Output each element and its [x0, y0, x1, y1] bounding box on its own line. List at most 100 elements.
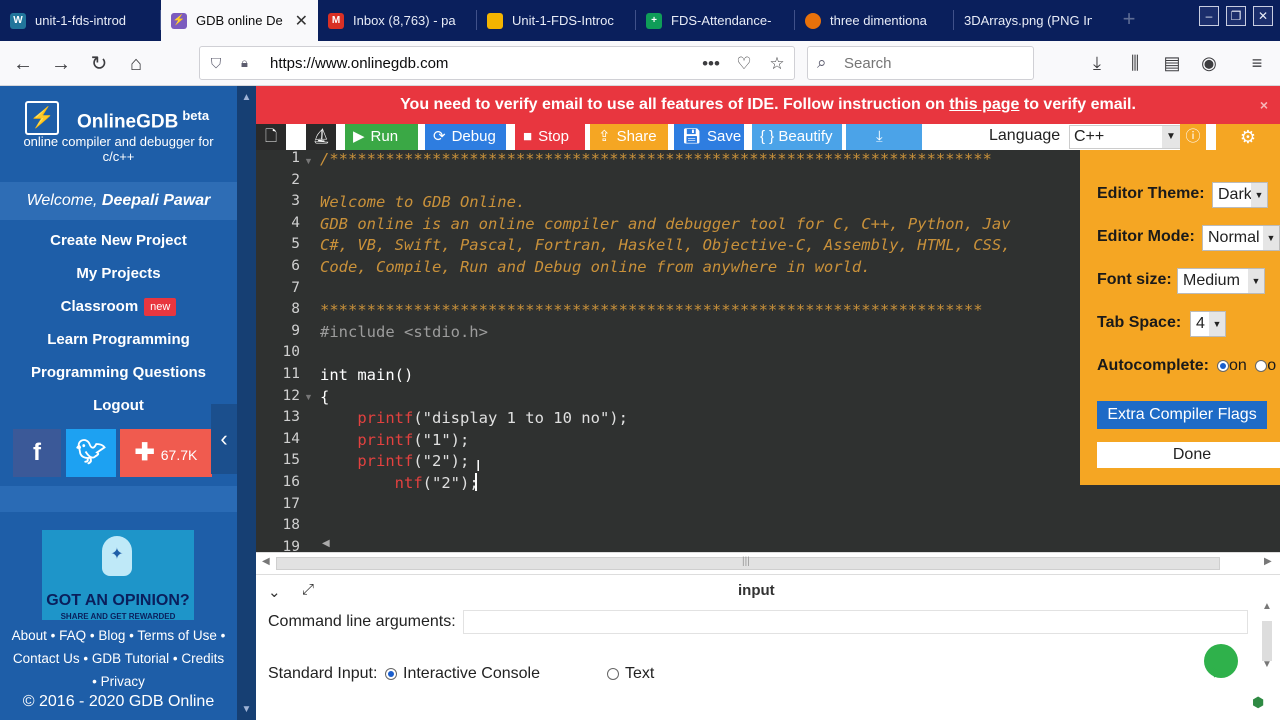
scroll-up-icon[interactable]: ▲ [1262, 601, 1272, 612]
scroll-down-icon[interactable]: ▼ [1262, 659, 1272, 670]
maximize-icon[interactable]: ❐ [1226, 6, 1246, 26]
scroll-thumb[interactable] [1262, 621, 1272, 661]
scroll-down-icon[interactable]: ▼ [240, 704, 253, 715]
expand-icon[interactable]: ⤢ [302, 581, 314, 598]
tab-three-dimensional[interactable]: three dimentiona [795, 0, 953, 41]
editor-theme-select[interactable]: Dark ▼ [1212, 182, 1268, 208]
code-line[interactable]: #include <stdio.h> [320, 323, 488, 341]
lock-icon[interactable]: 🔒︎ [241, 55, 255, 71]
font-size-select[interactable]: Medium ▼ [1177, 268, 1265, 294]
library-icon[interactable]: ⫼ [1123, 51, 1147, 75]
tab-3darrays-png[interactable]: 3DArrays.png (PNG In [954, 0, 1102, 41]
debug-button[interactable]: ⟳ Debug [425, 124, 506, 150]
my-projects-link[interactable]: My Projects [0, 257, 237, 290]
create-new-project-link[interactable]: Create New Project [0, 224, 237, 257]
footer-line[interactable]: About • FAQ • Blog • Terms of Use • [0, 624, 237, 647]
gear-icon[interactable]: ⚙ [1216, 124, 1280, 150]
page-actions-icon[interactable]: ••• [700, 53, 722, 75]
autocomplete-on-radio[interactable] [1217, 359, 1229, 372]
extension-icon[interactable]: ⬢ [1252, 694, 1264, 711]
code-line[interactable]: int main() [320, 366, 413, 384]
home-icon[interactable]: ⌂ [123, 51, 149, 77]
editor-hscrollbar[interactable]: ◀ ||| ▶ [256, 552, 1280, 574]
bookmark-star-icon[interactable]: ☆ [766, 53, 788, 75]
language-select[interactable]: C++ ▼ [1069, 125, 1181, 149]
chevron-down-icon[interactable]: ⌄ [268, 583, 281, 601]
code-line[interactable]: ntf("2"); [320, 474, 479, 492]
text-option[interactable]: Text [607, 665, 654, 683]
beautify-button[interactable]: { } Beautify [752, 124, 842, 150]
scroll-left-icon[interactable]: ◀ [322, 538, 330, 549]
sidebar-icon[interactable]: ▤ [1160, 51, 1184, 75]
tab-gdb-online[interactable]: ⚡ GDB online De ✕ [161, 0, 318, 41]
shield-icon[interactable]: ⛉ [208, 55, 224, 71]
close-icon[interactable]: × [1260, 86, 1268, 124]
scroll-up-icon[interactable]: ▲ [240, 92, 253, 103]
forward-icon[interactable]: → [48, 51, 74, 77]
sidebar-scrollbar[interactable]: ▲ ▼ [237, 86, 256, 720]
command-line-args-input[interactable] [463, 610, 1248, 634]
share-plus-button[interactable]: ✚ 67.7K [120, 429, 212, 477]
info-icon[interactable]: ⓘ [1180, 124, 1206, 150]
editor-mode-select[interactable]: Normal ▼ [1202, 225, 1280, 251]
tab-unit-1-fds-slides[interactable]: Unit-1-FDS-Introc [477, 0, 635, 41]
new-file-icon[interactable]: 🗋︎ [256, 124, 286, 150]
upload-icon[interactable]: ⛵︎ [306, 124, 336, 150]
search-input[interactable] [844, 55, 1024, 72]
code-line[interactable]: Welcome to GDB Online. [320, 193, 525, 211]
chat-icon[interactable] [1204, 644, 1238, 678]
collapse-sidebar-icon[interactable]: ‹ [211, 404, 237, 474]
facebook-icon[interactable]: f [13, 429, 61, 477]
tab-inbox[interactable]: M Inbox (8,763) - pa [318, 0, 476, 41]
opinion-ad[interactable]: ✦ GOT AN OPINION? SHARE AND GET REWARDED [42, 530, 194, 620]
learn-programming-link[interactable]: Learn Programming [0, 323, 237, 356]
brand-name[interactable]: OnlineGDB beta [77, 108, 209, 133]
scroll-left-icon[interactable]: ◀ [262, 556, 270, 567]
code-line[interactable]: GDB online is an online compiler and deb… [320, 215, 1011, 233]
autocomplete-off-radio[interactable] [1255, 359, 1268, 372]
fold-icon[interactable]: ▼ [304, 392, 313, 402]
extra-compiler-flags-button[interactable]: Extra Compiler Flags [1097, 401, 1267, 429]
search-box[interactable]: ⌕ [807, 46, 1034, 80]
footer-line[interactable]: • Privacy [0, 670, 237, 693]
twitter-icon[interactable]: 🐦︎ [66, 429, 116, 477]
tab-fds-attendance[interactable]: + FDS-Attendance- [636, 0, 794, 41]
code-line[interactable]: Code, Compile, Run and Debug online from… [320, 258, 871, 276]
programming-questions-link[interactable]: Programming Questions [0, 356, 237, 389]
new-tab-icon[interactable]: + [1116, 6, 1142, 32]
footer-line[interactable]: Contact Us • GDB Tutorial • Credits [0, 647, 237, 670]
download-code-icon[interactable]: ⤓ [846, 124, 922, 150]
interactive-console-option[interactable]: Interactive Console [385, 665, 540, 683]
classroom-link[interactable]: Classroom new [0, 290, 237, 323]
code-line[interactable]: /***************************************… [320, 150, 992, 168]
code-line[interactable]: printf("2"); [320, 452, 469, 470]
url-text[interactable]: https://www.onlinegdb.com [270, 55, 448, 72]
pocket-icon[interactable]: ♡ [733, 53, 755, 75]
url-bar[interactable]: ⛉ 🔒︎ https://www.onlinegdb.com ••• ♡ ☆ [199, 46, 795, 80]
code-line[interactable]: C#, VB, Swift, Pascal, Fortran, Haskell,… [320, 236, 1011, 254]
code-line[interactable]: { [320, 388, 329, 406]
window-close-icon[interactable]: ✕ [1253, 6, 1273, 26]
back-icon[interactable]: ← [10, 51, 36, 77]
text-radio[interactable] [607, 667, 619, 680]
stop-button[interactable]: ■ Stop [515, 124, 585, 150]
code-line[interactable]: printf("display 1 to 10 no"); [320, 409, 628, 427]
logout-link[interactable]: Logout [0, 389, 237, 422]
code-line[interactable]: printf("1"); [320, 431, 469, 449]
interactive-console-radio[interactable] [385, 667, 397, 680]
tab-unit-1-fds[interactable]: W unit-1-fds-introd [0, 0, 160, 41]
minimize-icon[interactable]: – [1199, 6, 1219, 26]
account-icon[interactable]: ◉ [1197, 51, 1221, 75]
done-button[interactable]: Done [1097, 442, 1280, 468]
menu-icon[interactable]: ≡ [1245, 51, 1269, 75]
share-button[interactable]: ⇪ Share [590, 124, 668, 150]
tab-space-select[interactable]: 4 ▼ [1190, 311, 1226, 337]
code-line[interactable]: ****************************************… [320, 301, 983, 319]
download-icon[interactable]: ⤓ [1085, 51, 1109, 75]
close-icon[interactable]: ✕ [295, 11, 308, 31]
save-button[interactable]: 💾︎ Save [674, 124, 744, 150]
fold-icon[interactable]: ▼ [304, 156, 313, 166]
reload-icon[interactable]: ↻ [86, 51, 112, 77]
onlinegdb-logo-icon[interactable]: ⚡ [25, 101, 59, 135]
run-button[interactable]: ▶ Run [345, 124, 418, 150]
